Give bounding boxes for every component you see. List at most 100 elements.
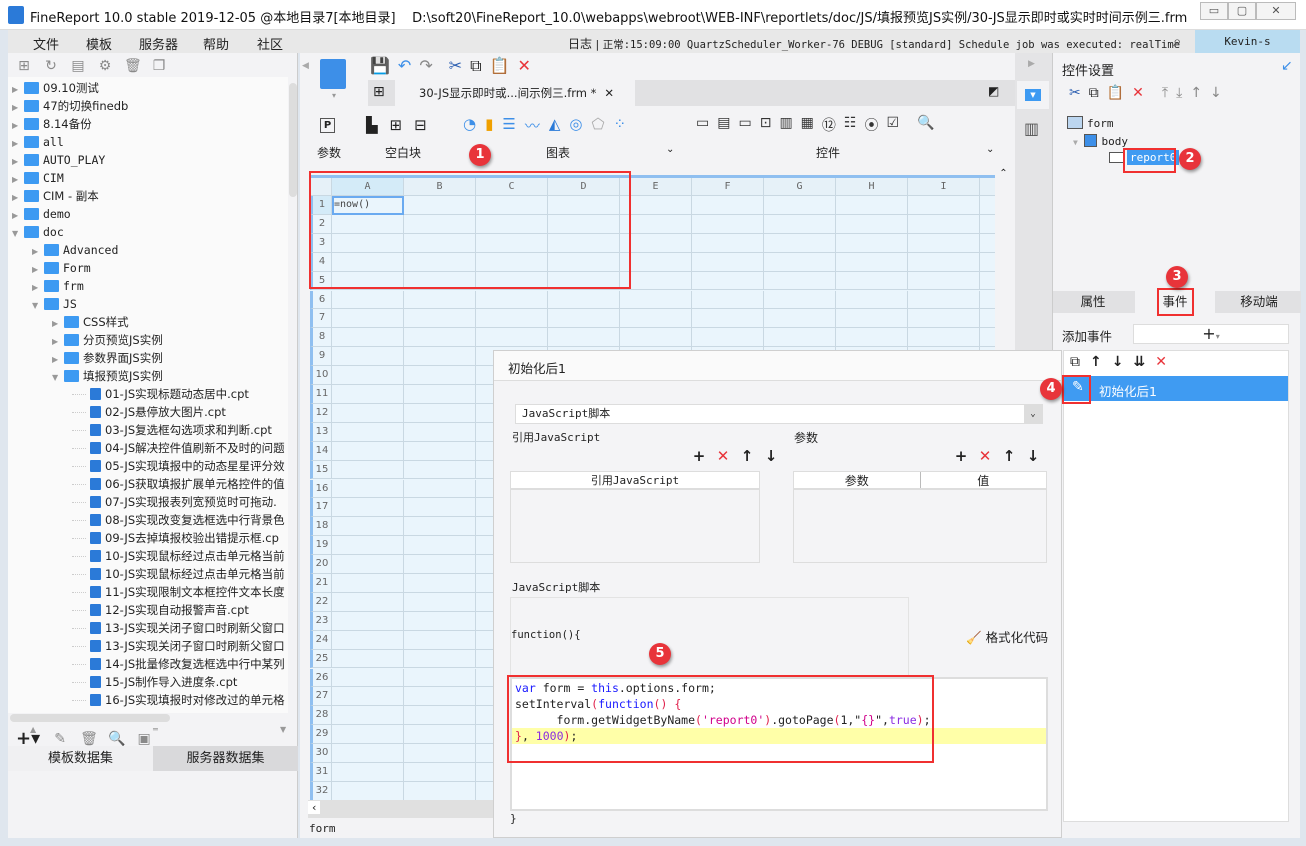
row-header[interactable]: 10 [310, 366, 332, 385]
grid-cell[interactable] [404, 328, 476, 348]
close-tab-icon[interactable]: ✕ [604, 86, 614, 100]
tree-vertical-scrollbar[interactable] [289, 83, 297, 197]
new-tab-icon[interactable]: ⊞ [373, 84, 385, 100]
paste-icon[interactable]: 📋 [490, 56, 510, 76]
collapse-arrow-icon[interactable]: ▼ [52, 369, 64, 387]
row-header[interactable]: 18 [310, 517, 332, 537]
radar-chart-icon[interactable]: ⬠ [591, 115, 604, 136]
redo-icon[interactable]: ↷ [419, 56, 432, 76]
grid-cell[interactable] [404, 630, 476, 650]
grid-cell[interactable] [764, 309, 836, 329]
column-header[interactable] [980, 178, 995, 196]
grid-cell[interactable] [332, 309, 404, 329]
grid-cell[interactable] [980, 196, 995, 215]
grid-cell[interactable] [836, 233, 908, 253]
move-up-icon[interactable]: ↑ [997, 447, 1021, 465]
tree-file[interactable]: 01-JS实现标题动态居中.cpt [72, 385, 249, 403]
template-preview-icon[interactable] [320, 59, 346, 89]
grid-cell[interactable] [404, 498, 476, 518]
grid-cell[interactable] [692, 309, 764, 329]
grid-cell[interactable] [836, 196, 908, 215]
grid-cell[interactable] [332, 649, 404, 669]
collapse-left-icon[interactable]: ◀ [302, 61, 309, 71]
tree-file[interactable]: 03-JS复选框勾选项求和判断.cpt [72, 421, 272, 439]
tree-folder[interactable]: ▶ 8.14备份 [12, 115, 92, 133]
copy-event-icon[interactable]: ⧉ [1070, 354, 1080, 370]
grid-cell[interactable] [404, 536, 476, 556]
tree-horizontal-scrollbar[interactable] [10, 714, 170, 722]
menu-help[interactable]: 帮助 [203, 34, 229, 53]
textarea-icon[interactable]: ☷ [844, 115, 857, 135]
tree-folder[interactable]: ▶ CSS样式 [52, 313, 129, 331]
tab-current-template[interactable]: 30-JS显示即时或...间示例三.frm * ✕ [395, 80, 635, 106]
row-header[interactable]: 22 [310, 592, 332, 612]
pie-chart-icon[interactable]: ◔ [463, 115, 476, 136]
maximize-button[interactable]: ▢ [1228, 2, 1256, 20]
column-header[interactable]: H [836, 178, 908, 196]
tree-folder[interactable]: ▶ Advanced [32, 241, 118, 259]
grid-cell[interactable] [908, 271, 980, 291]
grid-cell[interactable] [404, 574, 476, 593]
grid-cell[interactable] [980, 272, 995, 291]
grid-cell[interactable] [764, 252, 836, 272]
grid-cell[interactable] [404, 555, 476, 574]
grid-cell[interactable] [620, 328, 692, 348]
grid-cell[interactable] [332, 706, 404, 726]
move-up-icon[interactable]: ↑ [735, 447, 759, 465]
tree-file[interactable]: 13-JS实现关闭子窗口时刷新父窗口 [72, 619, 285, 637]
tree-folder[interactable]: ▶ CIM [12, 169, 64, 187]
grid-cell[interactable] [332, 687, 404, 707]
row-header[interactable]: 23 [310, 611, 332, 631]
grid-cell[interactable] [332, 403, 404, 423]
grid-cell[interactable] [404, 309, 476, 329]
grid-cell[interactable] [476, 328, 548, 348]
grid-cell[interactable] [404, 366, 476, 385]
tree-file[interactable]: 02-JS悬停放大图片.cpt [72, 403, 226, 421]
undo-icon[interactable]: ↶ [398, 56, 411, 76]
log-status[interactable]: 日志 | 正常:15:09:00 QuartzScheduler_Worker-… [568, 35, 1180, 52]
row-header[interactable]: 16 [310, 479, 332, 499]
layout-panel-icon[interactable]: ▥ [1024, 119, 1039, 138]
tree-file[interactable]: 15-JS制作导入进度条.cpt [72, 673, 237, 691]
grid-cell[interactable] [332, 422, 404, 442]
row-header[interactable]: 15 [310, 460, 332, 480]
radio-group-icon[interactable]: ⦿ [864, 115, 878, 135]
tree-file[interactable]: 13-JS实现关闭子窗口时刷新父窗口 [72, 637, 285, 655]
grid-cell[interactable] [764, 271, 836, 291]
column-chart-icon[interactable]: ▮ [485, 115, 493, 136]
collapse-icon[interactable]: ❐ [151, 58, 167, 74]
grid-cell[interactable] [764, 196, 836, 215]
bar-chart-icon[interactable]: ☰ [502, 115, 515, 136]
grid-cell[interactable] [404, 403, 476, 423]
delete-icon[interactable]: 🗑 [124, 58, 142, 74]
grid-cell[interactable] [908, 214, 980, 234]
tree-file[interactable]: 09-JS去掉填报校验出错提示框.cp [72, 529, 279, 547]
tree-folder[interactable]: ▶ demo [12, 205, 71, 223]
button-icon[interactable]: ▭ [738, 115, 751, 135]
grid-layout-icon[interactable]: ⊟ [414, 116, 427, 134]
close-button[interactable]: ✕ [1256, 2, 1296, 20]
grid-cell[interactable] [332, 385, 404, 404]
search-icon[interactable]: ⌕ [1173, 32, 1181, 50]
row-header[interactable]: 26 [310, 668, 332, 688]
grid-cell[interactable] [980, 291, 995, 310]
absolute-layout-icon[interactable]: ▙ [366, 116, 378, 134]
grid-cell[interactable] [404, 422, 476, 442]
grid-cell[interactable] [332, 555, 404, 574]
tree-node-body[interactable]: ▼ body [1073, 134, 1128, 148]
tree-file[interactable]: 12-JS实现自动报警声音.cpt [72, 601, 249, 619]
tree-file[interactable]: 10-JS实现鼠标经过点击单元格当前 [72, 547, 285, 565]
column-header[interactable]: G [764, 178, 836, 196]
tab-layout-icon[interactable]: ⊞ [390, 116, 403, 134]
area-chart-icon[interactable]: ◭ [549, 115, 561, 136]
grid-cell[interactable] [548, 328, 620, 348]
row-header[interactable]: 27 [310, 687, 332, 707]
grid-cell[interactable] [476, 309, 548, 329]
grid-cell[interactable] [332, 460, 404, 480]
tree-file[interactable]: 06-JS获取填报扩展单元格控件的值 [72, 475, 285, 493]
grid-cell[interactable] [548, 309, 620, 329]
delete-icon[interactable]: ✕ [973, 447, 997, 465]
grid-cell[interactable] [764, 328, 836, 348]
parameter-icon[interactable]: P [320, 118, 335, 133]
preview-dropdown-icon[interactable]: ▾ [332, 91, 336, 100]
